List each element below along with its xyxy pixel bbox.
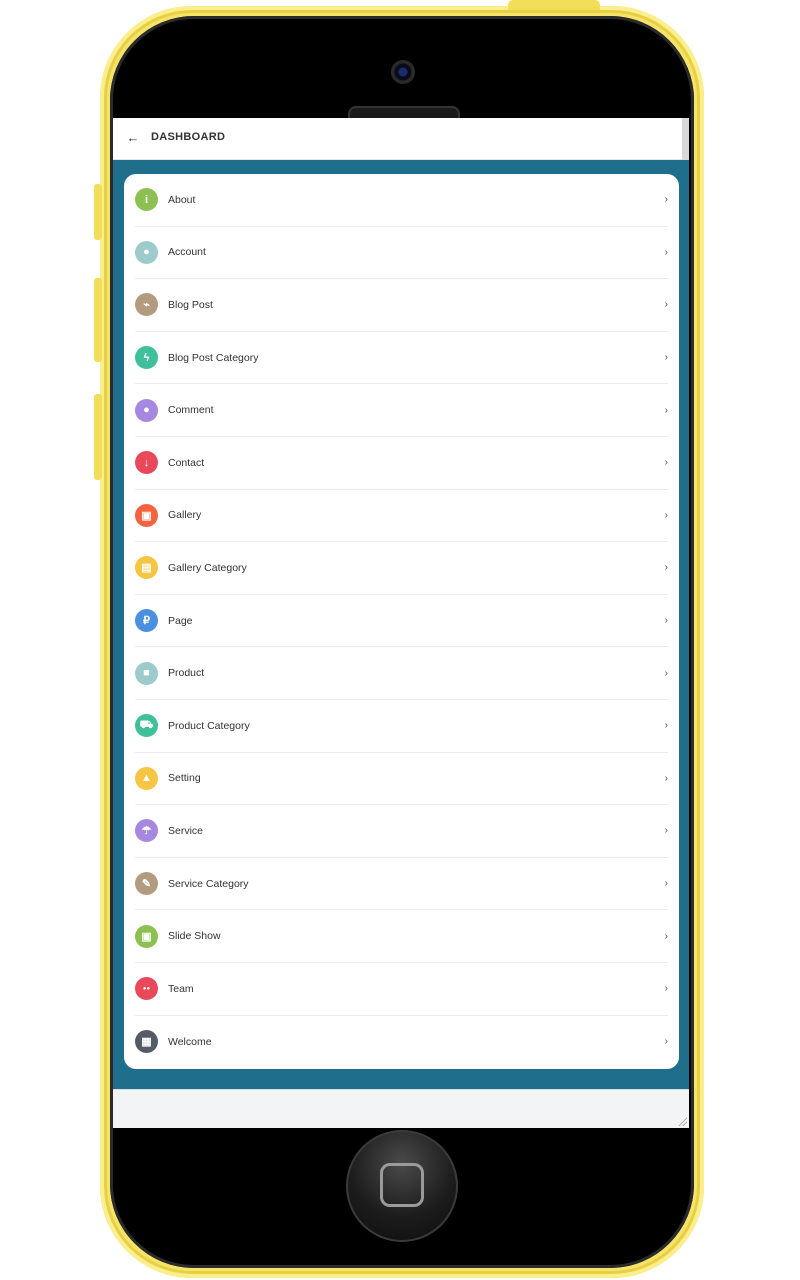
menu-item-label: Gallery Category xyxy=(168,561,247,574)
user-icon: ● xyxy=(135,240,158,264)
menu-item-label: Slide Show xyxy=(168,930,221,943)
menu-item-contact[interactable]: ↓ Contact › xyxy=(135,437,668,490)
chevron-right-icon: › xyxy=(664,930,668,942)
menu-item-product[interactable]: ■ Product › xyxy=(135,647,668,700)
menu-item-page[interactable]: ₽ Page › xyxy=(135,595,668,648)
app-screen: ← DASHBOARD i About › ● Account › ⌁ Blog Post › ϟ… xyxy=(113,118,689,1128)
menu-item-welcome[interactable]: ▦ Welcome › xyxy=(135,1016,668,1069)
volume-down-button xyxy=(94,394,102,480)
menu-item-label: Welcome xyxy=(168,1035,212,1048)
users-icon: ●● xyxy=(135,977,158,1001)
chevron-right-icon: › xyxy=(664,246,668,258)
menu-item-label: Comment xyxy=(168,404,214,417)
chevron-right-icon: › xyxy=(664,825,668,837)
bottom-bar xyxy=(113,1089,689,1128)
menu-item-label: Blog Post xyxy=(168,298,213,311)
chevron-right-icon: › xyxy=(664,1036,668,1048)
picture-icon: ▣ xyxy=(135,924,158,948)
menu-item-gallery[interactable]: ▣ Gallery › xyxy=(135,490,668,543)
menu-item-service-category[interactable]: ✎ Service Category › xyxy=(135,858,668,911)
menu-item-product-category[interactable]: ⛟ Product Category › xyxy=(135,700,668,753)
chevron-right-icon: › xyxy=(664,878,668,890)
map-pin-icon: ↓ xyxy=(135,451,158,475)
front-camera xyxy=(391,60,415,84)
menu-item-account[interactable]: ● Account › xyxy=(135,227,668,280)
app-header: ← DASHBOARD xyxy=(113,118,689,160)
menu-item-label: Setting xyxy=(168,772,201,785)
chevron-right-icon: › xyxy=(664,457,668,469)
parachute-icon: ☂ xyxy=(135,819,158,843)
comment-icon: ● xyxy=(135,398,158,422)
mute-switch xyxy=(94,184,102,240)
menu-item-label: Service Category xyxy=(168,877,249,890)
menu-item-setting[interactable]: ▲ Setting › xyxy=(135,753,668,806)
menu-item-comment[interactable]: ● Comment › xyxy=(135,384,668,437)
chevron-right-icon: › xyxy=(664,562,668,574)
menu-item-label: Service xyxy=(168,824,204,837)
chevron-right-icon: › xyxy=(664,772,668,784)
shopping-cart-icon: ⛟ xyxy=(135,714,158,738)
dashboard-menu-card: i About › ● Account › ⌁ Blog Post › ϟ Blog Post Ca… xyxy=(124,174,679,1069)
chevron-right-icon: › xyxy=(664,299,668,311)
chevron-right-icon: › xyxy=(664,667,668,679)
ruble-icon: ₽ xyxy=(135,609,158,633)
menu-item-label: About xyxy=(168,193,196,206)
chevron-right-icon: › xyxy=(664,194,668,206)
menu-item-label: Account xyxy=(168,246,206,259)
volume-up-button xyxy=(94,278,102,362)
chevron-right-icon: › xyxy=(664,509,668,521)
menu-item-blog-post-category[interactable]: ϟ Blog Post Category › xyxy=(135,332,668,385)
menu-item-team[interactable]: ●● Team › xyxy=(135,963,668,1016)
keyboard-icon: ▦ xyxy=(135,1030,158,1054)
arrow-left-icon[interactable]: ← xyxy=(125,130,141,146)
scrollbar[interactable] xyxy=(682,118,689,160)
chevron-right-icon: › xyxy=(664,404,668,416)
menu-item-label: Blog Post Category xyxy=(168,351,259,364)
chevron-right-icon: › xyxy=(664,983,668,995)
menu-item-slide-show[interactable]: ▣ Slide Show › xyxy=(135,910,668,963)
menu-item-about[interactable]: i About › xyxy=(135,174,668,227)
power-button xyxy=(508,0,600,10)
shopping-bag-icon: ■ xyxy=(135,661,158,685)
menu-item-blog-post[interactable]: ⌁ Blog Post › xyxy=(135,279,668,332)
brush-icon: ✎ xyxy=(135,872,158,896)
image-icon: ▣ xyxy=(135,503,158,527)
info-icon: i xyxy=(135,188,158,212)
menu-item-gallery-category[interactable]: ▤ Gallery Category › xyxy=(135,542,668,595)
images-icon: ▤ xyxy=(135,556,158,580)
menu-item-label: Gallery xyxy=(168,509,202,522)
menu-item-label: Page xyxy=(168,614,193,627)
home-square-icon xyxy=(380,1163,424,1207)
menu-item-label: Team xyxy=(168,982,194,995)
chevron-right-icon: › xyxy=(664,615,668,627)
page-title: DASHBOARD xyxy=(151,131,226,143)
menu-item-label: Contact xyxy=(168,456,205,469)
menu-item-service[interactable]: ☂ Service › xyxy=(135,805,668,858)
menu-item-label: Product Category xyxy=(168,719,250,732)
resize-grip-icon[interactable] xyxy=(677,1116,687,1126)
chevron-right-icon: › xyxy=(664,352,668,364)
warning-icon: ▲ xyxy=(135,766,158,790)
chevron-right-icon: › xyxy=(664,720,668,732)
menu-item-label: Product xyxy=(168,667,205,680)
bolt-icon: ϟ xyxy=(135,346,158,370)
rss-icon: ⌁ xyxy=(135,293,158,317)
